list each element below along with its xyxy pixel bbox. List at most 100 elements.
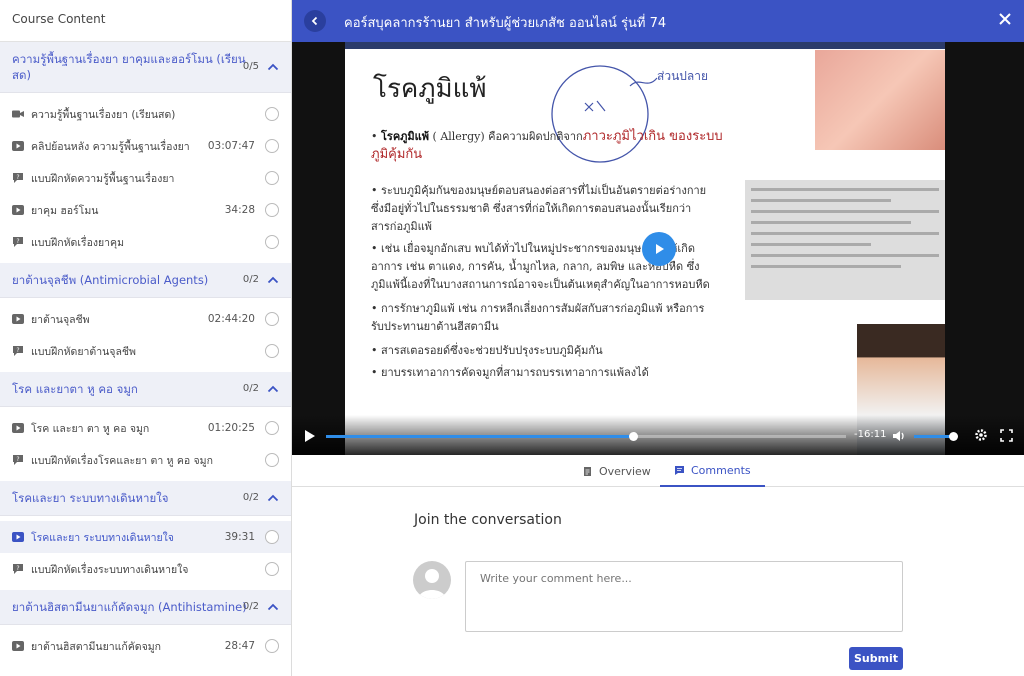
completion-checkbox[interactable]: [265, 171, 279, 185]
lesson-item[interactable]: ? แบบฝึกหัดเรื่องยาคุม: [0, 226, 291, 258]
quiz-icon: ?: [12, 564, 24, 574]
section-header[interactable]: ความรู้พื้นฐานเรื่องยา ยาคุมและฮอร์โมน (…: [0, 42, 291, 93]
lesson-title: ยาคุม ฮอร์โมน: [31, 204, 99, 217]
play-icon: [12, 423, 24, 433]
section-progress-count: 0/2: [242, 492, 259, 503]
completion-checkbox[interactable]: [265, 344, 279, 358]
settings-gear-icon[interactable]: [974, 428, 988, 442]
lesson-item[interactable]: ความรู้พื้นฐานเรื่องยา (เรียนสด): [0, 98, 291, 130]
completion-checkbox[interactable]: [265, 312, 279, 326]
lesson-item[interactable]: ? แบบฝึกหัดเรื่องโรคและยา ตา หู คอ จมูก: [0, 444, 291, 476]
slide-bullet-2: • ระบบภูมิคุ้มกันของมนุษย์ตอบสนองต่อสารท…: [371, 184, 707, 233]
slide-bullet-6: • ยาบรรเทาอาการคัดจมูกที่สามารถบรรเทาอาก…: [371, 366, 649, 379]
completion-checkbox[interactable]: [265, 421, 279, 435]
back-button[interactable]: [304, 10, 326, 32]
chevron-up-icon[interactable]: [267, 603, 279, 611]
completion-checkbox[interactable]: [265, 139, 279, 153]
section-progress-count: 0/2: [242, 383, 259, 394]
completion-checkbox[interactable]: [265, 639, 279, 653]
lesson-title: ความรู้พื้นฐานเรื่องยา (เรียนสด): [31, 108, 176, 121]
lesson-duration: 03:07:47: [207, 140, 255, 152]
completion-checkbox[interactable]: [265, 203, 279, 217]
close-icon[interactable]: [998, 12, 1012, 26]
progress-bar[interactable]: [326, 432, 846, 441]
lesson-item[interactable]: ? แบบฝึกหัดเรื่องระบบทางเดินหายใจ: [0, 553, 291, 585]
lesson-duration: 01:20:25: [207, 422, 255, 434]
completion-checkbox[interactable]: [265, 453, 279, 467]
completion-checkbox[interactable]: [265, 530, 279, 544]
chevron-up-icon[interactable]: [267, 63, 279, 71]
bullet-1-bold: โรคภูมิแพ้: [381, 130, 430, 143]
play-icon: [12, 314, 24, 324]
lesson-item[interactable]: คลิปย้อนหลัง ความรู้พื้นฐานเรื่องยา 03:0…: [0, 130, 291, 162]
avatar: [413, 561, 451, 599]
lesson-list: โรค และยา ตา หู คอ จมูก 01:20:25 ? แบบฝึ…: [0, 407, 291, 481]
lesson-item[interactable]: ? แบบฝึกหัดยาต้านจุลชีพ: [0, 335, 291, 367]
slide-top-bar: [345, 42, 945, 49]
tab-comments[interactable]: Comments: [660, 455, 765, 487]
tab-comments-label: Comments: [691, 463, 751, 477]
video-player[interactable]: โรคภูมิแพ้ ส่วนปลาย • โรคภูมิแพ้ ( Aller…: [292, 42, 1024, 455]
section-title: โรคและยา ระบบทางเดินหายใจ: [12, 491, 169, 505]
lesson-item[interactable]: ยาต้านจุลชีพ 02:44:20: [0, 303, 291, 335]
volume-slider[interactable]: [914, 435, 954, 438]
play-icon: [12, 641, 24, 651]
lesson-title: แบบฝึกหัดเรื่องระบบทางเดินหายใจ: [31, 563, 189, 576]
tab-overview[interactable]: Overview: [568, 455, 665, 487]
section-header[interactable]: โรคและยา ระบบทางเดินหายใจ 0/2: [0, 481, 291, 516]
lesson-list: ยาต้านฮิสตามีนยาแก้คัดจมูก 28:47: [0, 625, 291, 667]
tab-overview-label: Overview: [599, 464, 651, 478]
lesson-title: ยาต้านจุลชีพ: [31, 313, 90, 326]
lesson-duration: 39:31: [224, 531, 255, 543]
chevron-up-icon[interactable]: [267, 385, 279, 393]
course-sidebar: Course Content ความรู้พื้นฐานเรื่องยา ยา…: [0, 0, 292, 676]
lesson-item[interactable]: ? แบบฝึกหัดความรู้พื้นฐานเรื่องยา: [0, 162, 291, 194]
lesson-title: แบบฝึกหัดยาต้านจุลชีพ: [31, 345, 136, 358]
comment-input[interactable]: [465, 561, 903, 632]
lesson-item[interactable]: โรค และยา ตา หู คอ จมูก 01:20:25: [0, 412, 291, 444]
lesson-list: ยาต้านจุลชีพ 02:44:20 ? แบบฝึกหัดยาต้านจ…: [0, 298, 291, 372]
section-header[interactable]: โรค และยาตา หู คอ จมูก 0/2: [0, 372, 291, 407]
play-button-icon[interactable]: [304, 429, 316, 443]
lesson-item[interactable]: ยาต้านฮิสตามีนยาแก้คัดจมูก 28:47: [0, 630, 291, 662]
progress-handle[interactable]: [628, 432, 638, 441]
quiz-icon: ?: [12, 346, 24, 356]
section-progress-count: 0/2: [242, 601, 259, 612]
lesson-item[interactable]: ยาคุม ฮอร์โมน 34:28: [0, 194, 291, 226]
volume-handle[interactable]: [949, 432, 959, 441]
lesson-list: ความรู้พื้นฐานเรื่องยา (เรียนสด) คลิปย้อ…: [0, 93, 291, 263]
chevron-left-icon: [311, 16, 318, 26]
lesson-title: แบบฝึกหัดความรู้พื้นฐานเรื่องยา: [31, 172, 175, 185]
section-title: ยาต้านจุลชีพ (Antimicrobial Agents): [12, 273, 209, 287]
section-list: ความรู้พื้นฐานเรื่องยา ยาคุมและฮอร์โมน (…: [0, 42, 291, 667]
skin-rash-photo: [815, 50, 945, 150]
section-title: ยาต้านฮิสตามีนยาแก้คัดจมูก (Antihistamin…: [12, 600, 247, 614]
volume-icon[interactable]: [892, 429, 906, 443]
time-remaining: -16:11: [854, 429, 887, 440]
submit-button[interactable]: Submit: [849, 647, 903, 670]
lesson-title: คลิปย้อนหลัง ความรู้พื้นฐานเรื่องยา: [31, 140, 190, 153]
play-icon: [12, 205, 24, 215]
chevron-up-icon[interactable]: [267, 276, 279, 284]
section-title: โรค และยาตา หู คอ จมูก: [12, 382, 138, 396]
comment-icon: [675, 465, 684, 475]
fullscreen-icon[interactable]: [1000, 429, 1013, 442]
sidebar-heading: Course Content: [0, 0, 291, 42]
section-header[interactable]: ยาต้านฮิสตามีนยาแก้คัดจมูก (Antihistamin…: [0, 590, 291, 625]
lesson-item[interactable]: โรคและยา ระบบทางเดินหายใจ 39:31: [0, 521, 291, 553]
section-progress-count: 0/5: [242, 61, 259, 72]
completion-checkbox[interactable]: [265, 107, 279, 121]
player-header: คอร์สบุคลากรร้านยา สำหรับผู้ช่วยเภสัช ออ…: [292, 0, 1024, 42]
bullet-2-text: ระบบภูมิคุ้มกันของมนุษย์ตอบสนองต่อสารที่…: [371, 184, 707, 233]
section-header[interactable]: ยาต้านจุลชีพ (Antimicrobial Agents) 0/2: [0, 263, 291, 298]
quiz-icon: ?: [12, 455, 24, 465]
completion-checkbox[interactable]: [265, 235, 279, 249]
svg-text:?: ?: [16, 456, 19, 463]
chevron-up-icon[interactable]: [267, 494, 279, 502]
slide-heading: โรคภูมิแพ้: [373, 74, 487, 104]
app-root: Course Content ความรู้พื้นฐานเรื่องยา ยา…: [0, 0, 1024, 676]
play-overlay-button[interactable]: [642, 232, 676, 266]
completion-checkbox[interactable]: [265, 562, 279, 576]
lesson-title: แบบฝึกหัดเรื่องโรคและยา ตา หู คอ จมูก: [31, 454, 213, 467]
svg-text:?: ?: [16, 565, 19, 572]
